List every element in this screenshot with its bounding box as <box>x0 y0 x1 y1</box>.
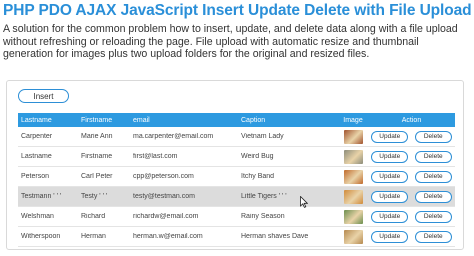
delete-button[interactable]: Delete <box>414 230 452 243</box>
records-table: Lastname Firstname email Caption Image A… <box>18 113 455 247</box>
update-button[interactable]: Update <box>371 150 409 163</box>
update-button[interactable]: Update <box>371 230 409 243</box>
cell-caption: Vietnam Lady <box>241 133 284 140</box>
cell-action: Update Delete <box>368 210 455 223</box>
cell-action: Update Delete <box>368 190 455 203</box>
insert-button[interactable]: Insert <box>18 89 69 103</box>
cell-lastname: Witherspoon <box>21 233 61 240</box>
cell-caption: Little Tigers ' ' ' <box>241 193 287 200</box>
column-header-lastname: Lastname <box>21 116 52 124</box>
thumbnail-image[interactable] <box>343 149 363 164</box>
delete-button[interactable]: Delete <box>414 210 452 223</box>
cell-firstname: Richard <box>81 213 106 220</box>
thumbnail-image[interactable] <box>343 189 363 204</box>
thumbnail-image[interactable] <box>343 129 363 144</box>
cell-caption: Rainy Season <box>241 213 285 220</box>
cell-image <box>338 209 368 224</box>
cell-image <box>338 189 368 204</box>
thumbnail-image[interactable] <box>343 169 363 184</box>
table-header: Lastname Firstname email Caption Image A… <box>18 113 455 127</box>
cell-lastname: Lastname <box>21 153 52 160</box>
cell-action: Update Delete <box>368 130 455 143</box>
cell-lastname: Testmann ' ' ' <box>21 193 62 200</box>
cell-action: Update Delete <box>368 230 455 243</box>
page-title: PHP PDO AJAX JavaScript Insert Update De… <box>3 2 472 19</box>
cell-image <box>338 229 368 244</box>
thumbnail-image[interactable] <box>343 229 363 244</box>
column-header-email: email <box>133 116 150 124</box>
cell-action: Update Delete <box>368 150 455 163</box>
cell-firstname: Testy ' ' ' <box>81 193 108 200</box>
delete-button[interactable]: Delete <box>414 150 452 163</box>
page-description: A solution for the common problem how to… <box>3 23 458 61</box>
cell-caption: Weird Bug <box>241 153 274 160</box>
cell-email: cpp@peterson.com <box>133 173 194 180</box>
delete-button[interactable]: Delete <box>414 170 452 183</box>
cell-lastname: Welshman <box>21 213 54 220</box>
column-header-firstname: Firstname <box>81 116 113 124</box>
update-button[interactable]: Update <box>371 190 409 203</box>
cell-firstname: Carl Peter <box>81 173 113 180</box>
cell-image <box>338 129 368 144</box>
table-row: Lastname Firstname first@last.com Weird Bug… <box>18 147 455 167</box>
thumbnail-image[interactable] <box>343 209 363 224</box>
table-row: Welshman Richard richardw@email.com Rainy S… <box>18 207 455 227</box>
column-header-caption: Caption <box>241 116 266 124</box>
update-button[interactable]: Update <box>371 170 409 183</box>
table-row: Testmann ' ' ' Testy ' ' ' testy@testman.c… <box>18 187 455 207</box>
cell-image <box>338 169 368 184</box>
cell-image <box>338 149 368 164</box>
update-button[interactable]: Update <box>371 210 409 223</box>
table-row: Witherspoon Herman herman.w@email.com Herma… <box>18 227 455 247</box>
cell-email: herman.w@email.com <box>133 233 203 240</box>
mouse-cursor-icon <box>300 196 308 208</box>
delete-button[interactable]: Delete <box>414 130 452 143</box>
records-panel: Insert Lastname Firstname email Caption … <box>6 80 464 250</box>
cell-email: ma.carpenter@email.com <box>133 133 214 140</box>
cell-caption: Herman shaves Dave <box>241 233 309 240</box>
cell-firstname: Herman <box>81 233 106 240</box>
table-row: Carpenter Marie Ann ma.carpenter@email.com… <box>18 127 455 147</box>
cell-firstname: Marie Ann <box>81 133 113 140</box>
cell-email: richardw@email.com <box>133 213 199 220</box>
column-header-image: Image <box>343 116 363 124</box>
cell-firstname: Firstname <box>81 153 113 160</box>
cell-lastname: Carpenter <box>21 133 53 140</box>
update-button[interactable]: Update <box>371 130 409 143</box>
cell-caption: Itchy Band <box>241 173 275 180</box>
cell-email: first@last.com <box>133 153 178 160</box>
cell-action: Update Delete <box>368 170 455 183</box>
column-header-action: Action <box>401 116 422 124</box>
table-row: Peterson Carl Peter cpp@peterson.com Itchy … <box>18 167 455 187</box>
delete-button[interactable]: Delete <box>414 190 452 203</box>
cell-lastname: Peterson <box>21 173 50 180</box>
cell-email: testy@testman.com <box>133 193 195 200</box>
